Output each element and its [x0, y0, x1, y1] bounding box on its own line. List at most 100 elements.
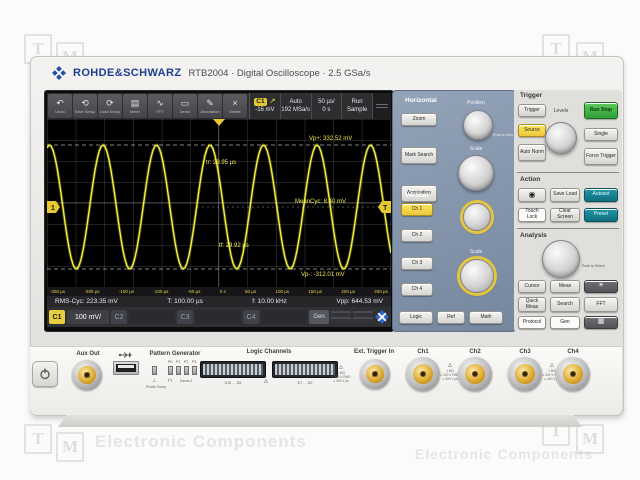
measurement-bar: RMS-Cyc: 223.35 mV T: 100.00 µs f: 10.00… [47, 296, 391, 307]
protocol-button[interactable]: Protocol [518, 316, 546, 329]
apps-button[interactable]: ▦ [584, 316, 618, 329]
screenshot-button[interactable]: ◉ [518, 188, 546, 202]
vertical-scale-knob[interactable] [460, 259, 494, 293]
ch1-label: Ch1 [408, 349, 438, 355]
navigation-knob[interactable] [542, 240, 580, 278]
fft-button[interactable]: ∿FFT [148, 94, 172, 118]
ext-trigger-warning: ⚠ 1 MΩ ≤ 300 V RMS ≤ 400 V pk [328, 365, 354, 384]
watermark-text: Electronic Components [415, 446, 593, 462]
math-button[interactable]: Math [469, 311, 503, 324]
run-stop-button[interactable]: Run Stop [584, 102, 618, 119]
display-settings-button[interactable]: ☀ [584, 280, 618, 293]
channel1-marker[interactable]: 1 [47, 201, 60, 213]
timebase-cell[interactable]: 50 µs/ 0 s [312, 93, 343, 119]
meas-button[interactable]: Meas [550, 280, 580, 293]
save-setup-button[interactable]: ⟲Save Setup [73, 94, 97, 118]
power-button[interactable] [32, 361, 58, 387]
pattern-pin [192, 366, 197, 375]
ch3-connector [508, 357, 542, 391]
annotation-button[interactable]: ✎Annotation [198, 94, 222, 118]
search-button[interactable]: Search [550, 297, 580, 312]
power-icon [39, 368, 51, 380]
demo-label: Demo 1 [180, 379, 193, 383]
trigger-mode-cell[interactable]: Auto 192 MSa/s [281, 93, 312, 119]
status-readout: C1↗ -16 mV Auto 192 MSa/s 50 µs/ 0 s Run… [249, 93, 391, 119]
channel2-button[interactable]: Ch 2 [401, 229, 433, 242]
channel4-chip[interactable]: C4 [243, 310, 259, 324]
pattern-pin [184, 366, 189, 375]
preset-button[interactable]: Preset [584, 208, 618, 222]
camera-icon: ◉ [529, 190, 536, 199]
load-setup-icon: ⟳ [106, 99, 114, 108]
auto-norm-button[interactable]: Auto Norm [518, 144, 546, 161]
logic-channels-label: Logic Channels [229, 349, 309, 355]
trigger-level-knob[interactable] [545, 122, 577, 154]
pin-label: P1 [176, 360, 180, 364]
trigger-source-button[interactable]: Source [518, 124, 546, 137]
channel2-chip[interactable]: C2 [111, 310, 127, 324]
horizontal-scale-knob[interactable] [458, 155, 494, 191]
rohde-schwarz-logo-icon [375, 310, 389, 324]
d15-d8-label: D15 … D8 [203, 381, 263, 385]
vp-plus-annotation: Vp+: 332.52 mV [309, 136, 352, 143]
screen-toolbar: ↶Undo ⟲Save Setup ⟳Load Setup ▤Meter ∿FF… [47, 93, 391, 119]
trigger-menu-button[interactable]: Trigger [518, 104, 546, 117]
pin-label: P3 [192, 360, 196, 364]
display-screen: ↶Undo ⟲Save Setup ⟳Load Setup ▤Meter ∿FF… [44, 90, 394, 332]
save-load-button[interactable]: Save Load [550, 188, 580, 202]
gen-button[interactable]: Gen [550, 316, 580, 329]
delete-button[interactable]: ×Delete [223, 94, 247, 118]
gen-status-chip[interactable]: Gen [309, 310, 329, 324]
watermark-letter: M [56, 432, 84, 462]
intensity-icon: ☀ [598, 282, 604, 290]
analysis-section-title: Analysis [520, 232, 547, 239]
vertical-position-knob[interactable] [463, 203, 491, 231]
waveform-graticule: 1 T Vp+: 332.52 mV tr: 29.95 µs MeanCyc:… [47, 119, 391, 287]
annotation-icon: ✎ [206, 99, 214, 108]
load-setup-button[interactable]: ⟳Load Setup [98, 94, 122, 118]
acquisition-cell[interactable]: Run Sample [342, 93, 373, 119]
undo-button[interactable]: ↶Undo [48, 94, 72, 118]
rms-measurement: RMS-Cyc: 223.35 mV [55, 298, 118, 305]
horizontal-scale-label: Scale [451, 146, 501, 152]
channel1-button[interactable]: Ch 1 [401, 203, 433, 216]
logic-button[interactable]: Logic [399, 311, 433, 324]
force-trigger-button[interactable]: Force Trigger [584, 148, 618, 165]
fft-panel-button[interactable]: FFT [584, 297, 618, 312]
ref-button[interactable]: Ref [437, 311, 465, 324]
autoset-button[interactable]: Autoset [584, 188, 618, 202]
demo-button[interactable]: ▭Demo [173, 94, 197, 118]
channel1-chip[interactable]: C1 [49, 310, 65, 324]
trigger-position-marker[interactable] [213, 119, 225, 126]
meter-button[interactable]: ▤Meter [123, 94, 147, 118]
trigger-level-marker[interactable]: T [378, 201, 391, 213]
trigger-source-cell[interactable]: C1↗ -16 mV [250, 93, 281, 119]
ch1-connector [406, 357, 440, 391]
channel4-button[interactable]: Ch 4 [401, 283, 433, 296]
quick-meas-button[interactable]: Quick Meas [518, 297, 546, 312]
ext-trigger-connector [360, 359, 390, 389]
section-divider [517, 228, 619, 229]
mark-search-button[interactable]: Mark Search [401, 147, 437, 164]
touch-lock-button[interactable]: Touch Lock [518, 208, 546, 222]
trigger-action-analysis-panel: Trigger Trigger Source Auto Norm Levels … [514, 90, 622, 330]
watermark-text: Electronic Components [95, 432, 307, 452]
trigger-slope-icon: ↗ [270, 98, 276, 106]
channel3-chip[interactable]: C3 [177, 310, 193, 324]
single-button[interactable]: Single [584, 128, 618, 141]
clear-screen-button[interactable]: Clear Screen [550, 208, 580, 222]
channel3-button[interactable]: Ch 3 [401, 257, 433, 270]
cursor-button[interactable]: Cursor [518, 280, 546, 293]
channel1-scale[interactable]: 100 mV/ [67, 310, 109, 324]
fft-icon: ∿ [156, 99, 164, 108]
pattern-pin [176, 366, 181, 375]
pattern-pin [168, 366, 173, 375]
zoom-button[interactable]: Zoom [401, 113, 437, 126]
watermark-letter: T [24, 424, 52, 454]
pin-label: P0 [168, 360, 172, 364]
aux-out-label: Aux Out [70, 351, 106, 357]
svg-text:T: T [383, 205, 388, 212]
horizontal-position-knob[interactable] [463, 110, 493, 140]
ch4-connector [556, 357, 590, 391]
ch3-label: Ch3 [510, 349, 540, 355]
